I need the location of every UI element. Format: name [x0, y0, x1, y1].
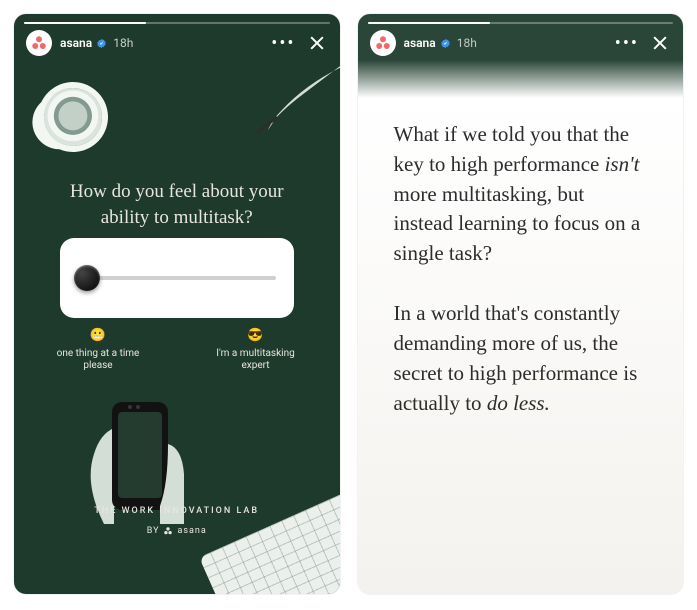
footer-lab: THE WORK INNOVATION LAB: [14, 506, 340, 516]
grimace-emoji-icon: 😬: [48, 328, 148, 344]
paragraph-2: In a world that's constantly demanding m…: [394, 299, 648, 418]
footer-by: BY asana: [14, 526, 340, 536]
story-header: asana 18h •••: [358, 30, 684, 56]
close-button[interactable]: [649, 32, 671, 54]
story-text: What if we told you that the key to high…: [394, 120, 648, 418]
verified-badge-icon: [96, 38, 107, 49]
username-text: asana: [404, 36, 436, 50]
more-options-button[interactable]: •••: [271, 33, 295, 54]
username[interactable]: asana: [60, 36, 107, 50]
footer-by-brand: asana: [177, 526, 206, 536]
hand-writing-image: [228, 60, 340, 138]
close-icon: [650, 33, 670, 53]
paragraph-1: What if we told you that the key to high…: [394, 120, 648, 269]
poll-question: How do you feel about your ability to mu…: [14, 179, 340, 230]
footer-by-prefix: BY: [147, 526, 160, 536]
paragraph-2-em: do less.: [487, 391, 550, 415]
username-text: asana: [60, 36, 92, 50]
hand-holding-phone-image: [74, 384, 194, 524]
paragraph-1-em: isn't: [605, 152, 640, 176]
story-2: asana 18h ••• What if we told you that t…: [358, 14, 684, 594]
verified-badge-icon: [440, 38, 451, 49]
asana-logo-icon: [30, 34, 48, 52]
story-progress: [24, 22, 330, 24]
avatar[interactable]: [370, 30, 396, 56]
paragraph-1-part-a: What if we told you that the key to high…: [394, 122, 630, 176]
timestamp: 18h: [113, 36, 133, 50]
poll-label-right-text: I'm a multitasking expert: [216, 348, 294, 371]
poll-slider[interactable]: [78, 276, 276, 280]
more-options-button[interactable]: •••: [615, 33, 639, 54]
sunglasses-emoji-icon: 😎: [206, 328, 306, 344]
poll-slider-card: [60, 238, 294, 318]
story-header: asana 18h •••: [14, 30, 340, 56]
poll-label-left-text: one thing at a time please: [57, 348, 140, 371]
close-icon: [307, 33, 327, 53]
close-button[interactable]: [306, 32, 328, 54]
timestamp: 18h: [457, 36, 477, 50]
username[interactable]: asana: [404, 36, 451, 50]
asana-logo-icon: [374, 34, 392, 52]
coffee-cup-image: [42, 86, 105, 149]
story-progress: [368, 22, 674, 24]
slider-knob[interactable]: [74, 265, 100, 291]
asana-mini-logo-icon: [163, 526, 173, 536]
poll-label-right: 😎 I'm a multitasking expert: [206, 328, 306, 372]
story-1: asana 18h ••• How do you feel about your…: [14, 14, 340, 594]
avatar[interactable]: [26, 30, 52, 56]
paragraph-1-part-b: more multitasking, but instead learning …: [394, 182, 641, 266]
poll-label-left: 😬 one thing at a time please: [48, 328, 148, 372]
keyboard-image: [198, 488, 339, 594]
poll-labels: 😬 one thing at a time please 😎 I'm a mul…: [48, 328, 306, 372]
